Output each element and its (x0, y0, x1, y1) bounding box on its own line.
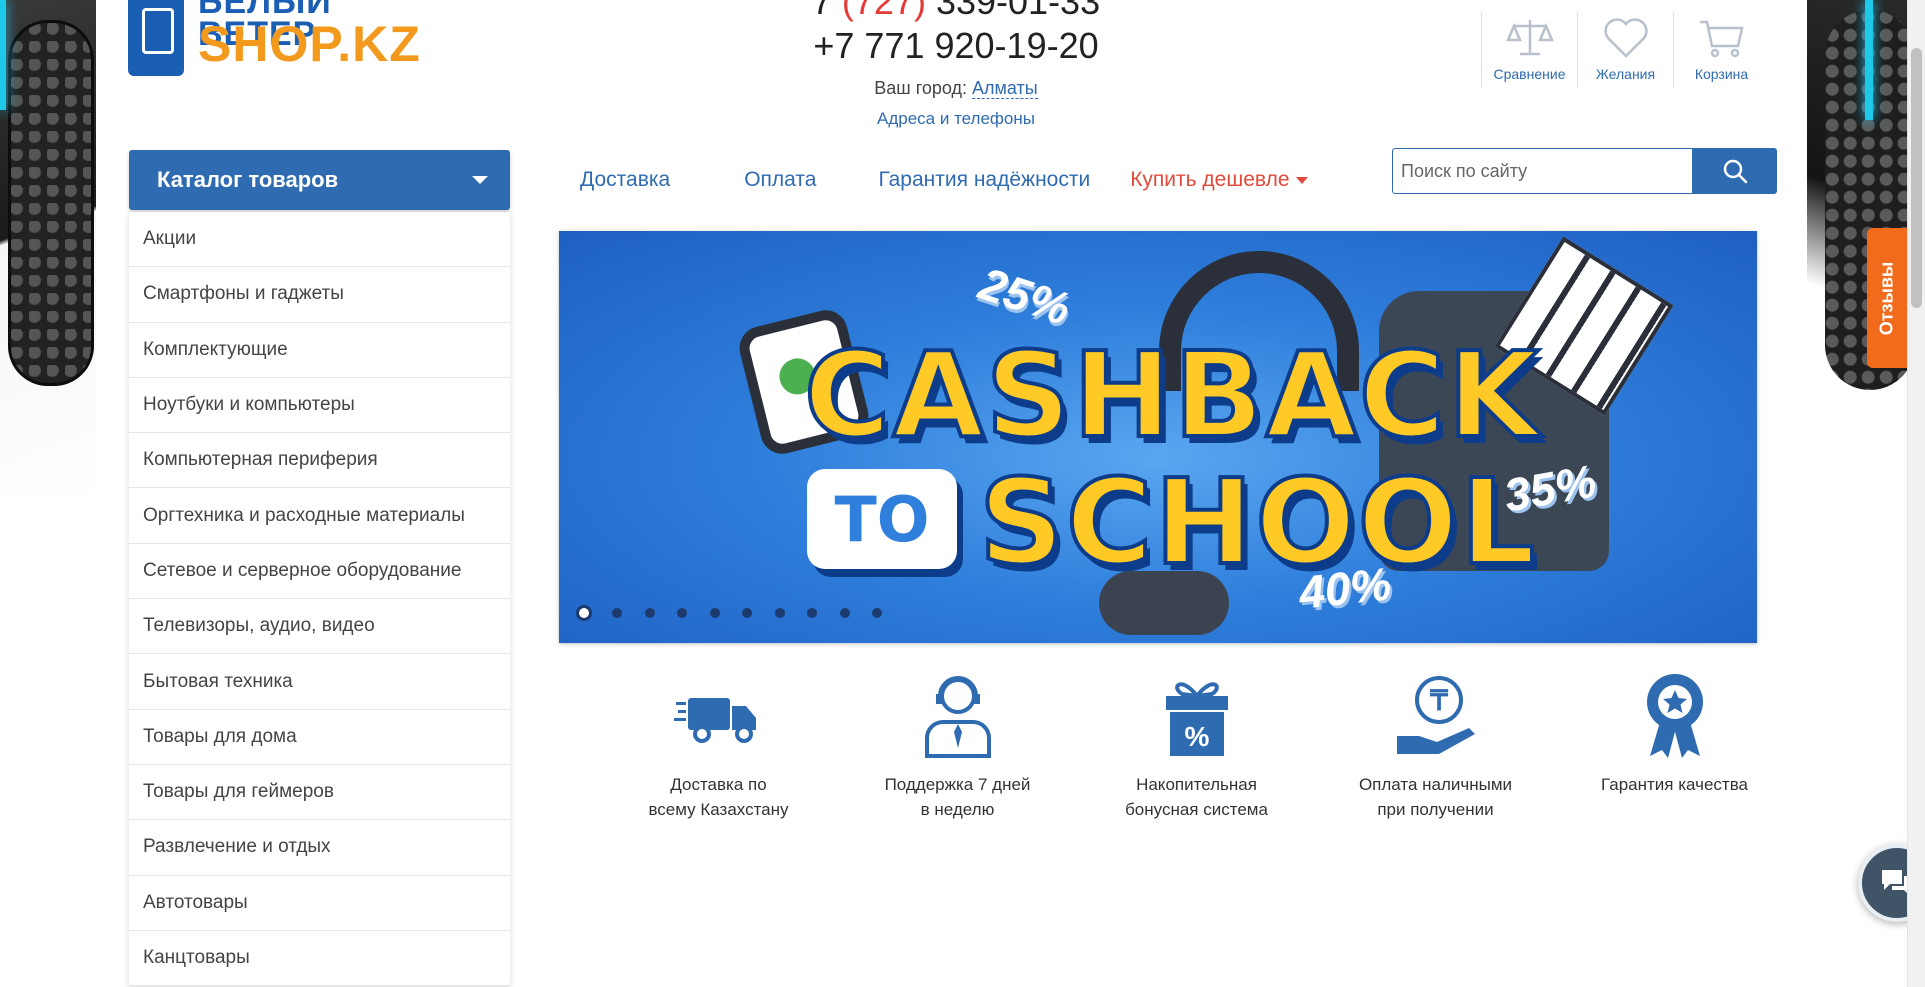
cash-hand-icon: ₸ (1396, 676, 1475, 754)
catalog-item[interactable]: Оргтехника и расходные материалы (129, 488, 510, 544)
svg-text:₸: ₸ (1429, 685, 1449, 716)
phone-secondary[interactable]: +7 771 920-19-20 (796, 26, 1116, 66)
background-decoration-left (0, 0, 96, 500)
addresses-link[interactable]: Адреса и телефоны (796, 109, 1116, 129)
slider-dot-active[interactable] (576, 605, 592, 621)
catalog-item[interactable]: Развлечение и отдых (129, 820, 510, 876)
page-container: БЕЛЫЙ ВЕТЕР SHOP.KZ 7 (727) 339-01-33 +7… (96, 0, 1925, 987)
search-bar (1392, 148, 1777, 194)
promo-banner[interactable]: 25% CASHBACK TO SCHOOL 35% 40% (559, 231, 1757, 643)
contact-block: 7 (727) 339-01-33 +7 771 920-19-20 Ваш г… (796, 0, 1116, 129)
logo-mark-icon (128, 0, 184, 76)
feature-quality-text: Гарантия качества (1601, 775, 1748, 794)
gift-percent-icon: % (1165, 682, 1228, 756)
scales-icon (1505, 20, 1554, 56)
main-nav: Доставка Оплата Гарантия надёжности Купи… (580, 164, 1308, 196)
svg-text:%: % (1184, 721, 1209, 752)
header-actions: Сравнение Желания Корзина (1481, 12, 1769, 88)
banner-discount-3: 40% (1296, 557, 1394, 619)
catalog-item[interactable]: Товары для дома (129, 710, 510, 765)
mouse-graphic (1099, 571, 1229, 635)
wishlist-label: Желания (1595, 66, 1656, 82)
catalog-menu: Акции Смартфоны и гаджеты Комплектующие … (129, 212, 510, 987)
slider-dot[interactable] (839, 608, 850, 618)
slider-dot[interactable] (677, 608, 687, 618)
cart-button[interactable]: Корзина (1673, 12, 1769, 88)
catalog-item[interactable]: Товары для геймеров (129, 765, 510, 821)
city-selector: Ваш город: Алматы (796, 78, 1116, 99)
feature-bonus: % Накопительная бонусная система (1077, 672, 1316, 822)
scrollbar-thumb[interactable] (1911, 48, 1922, 308)
feature-support: Поддержка 7 дней в неделю (838, 672, 1077, 822)
reviews-tab[interactable]: Отзывы (1867, 228, 1907, 368)
phone-primary[interactable]: 7 (727) 339-01-33 (796, 0, 1116, 22)
catalog-item[interactable]: Бытовая техника (129, 654, 510, 710)
support-agent-icon (924, 676, 991, 758)
banner-headline-cashback: CASHBACK (802, 324, 1541, 466)
feature-cash-text: Оплата наличными при получении (1358, 775, 1513, 819)
city-link[interactable]: Алматы (972, 78, 1038, 99)
feature-delivery-text: Доставка по всему Казахстану (648, 775, 789, 819)
catalog-button[interactable]: Каталог товаров (129, 150, 510, 210)
features-row: Доставка по всему Казахстану Поддержка 7… (599, 672, 1794, 822)
site-logo[interactable]: БЕЛЫЙ ВЕТЕР SHOP.KZ (128, 0, 458, 78)
caret-down-icon (1295, 176, 1308, 184)
feature-delivery: Доставка по всему Казахстану (599, 672, 838, 822)
slider-dot[interactable] (742, 608, 752, 618)
slider-dot[interactable] (872, 608, 882, 618)
catalog-item[interactable]: Ноутбуки и компьютеры (129, 378, 510, 434)
nav-payment[interactable]: Оплата (744, 168, 816, 192)
phone-primary-code: (727) (841, 0, 926, 22)
catalog-item[interactable]: Компьютерная периферия (129, 433, 510, 489)
catalog-item[interactable]: Смартфоны и гаджеты (129, 267, 510, 323)
catalog-item[interactable]: Сетевое и серверное оборудование (129, 544, 510, 600)
catalog-item[interactable]: Автотовары (129, 876, 510, 931)
banner-discount-1: 25% (973, 257, 1077, 335)
quality-badge-icon (1646, 674, 1703, 758)
search-button[interactable] (1692, 148, 1777, 194)
phone-primary-prefix: 7 (811, 0, 842, 22)
nav-buy-cheaper-label: Купить дешевле (1130, 168, 1290, 191)
banner-headline-school: SCHOOL (977, 451, 1538, 593)
feature-support-text: Поддержка 7 дней в неделю (884, 775, 1031, 819)
heart-icon (1603, 18, 1648, 58)
search-input[interactable] (1392, 148, 1692, 194)
chevron-down-icon (472, 176, 488, 184)
slider-dot[interactable] (644, 608, 655, 618)
feature-cash: ₸ Оплата наличными при получении (1316, 672, 1555, 822)
slider-dot[interactable] (612, 608, 622, 618)
slider-dot[interactable] (709, 608, 720, 618)
catalog-item[interactable]: Комплектующие (129, 323, 510, 378)
catalog-button-label: Каталог товаров (157, 167, 339, 192)
city-label: Ваш город: (874, 78, 968, 98)
search-icon (1723, 159, 1747, 184)
cart-label: Корзина (1694, 66, 1749, 82)
delivery-truck-icon (673, 698, 756, 743)
slider-dot[interactable] (774, 608, 785, 618)
nav-delivery[interactable]: Доставка (580, 168, 670, 192)
wishlist-button[interactable]: Желания (1577, 12, 1673, 88)
nav-guarantee[interactable]: Гарантия надёжности (878, 168, 1090, 192)
slider-dot[interactable] (807, 608, 817, 618)
catalog-item[interactable]: Канцтовары (129, 931, 510, 987)
compare-button[interactable]: Сравнение (1481, 12, 1577, 88)
catalog-item[interactable]: Акции (129, 212, 510, 268)
feature-quality: Гарантия качества (1555, 672, 1794, 822)
phone-primary-number: 339-01-33 (925, 0, 1101, 22)
catalog-item[interactable]: Телевизоры, аудио, видео (129, 599, 510, 655)
cart-icon (1699, 20, 1744, 58)
feature-bonus-text: Накопительная бонусная система (1125, 775, 1268, 819)
reviews-tab-label: Отзывы (1876, 261, 1897, 335)
slider-pagination (576, 605, 905, 621)
nav-buy-cheaper[interactable]: Купить дешевле (1130, 168, 1308, 192)
logo-line-2: SHOP.KZ (198, 16, 421, 72)
banner-headline-to: TO (807, 469, 957, 569)
compare-label: Сравнение (1493, 66, 1566, 82)
page-scrollbar[interactable] (1907, 0, 1925, 987)
